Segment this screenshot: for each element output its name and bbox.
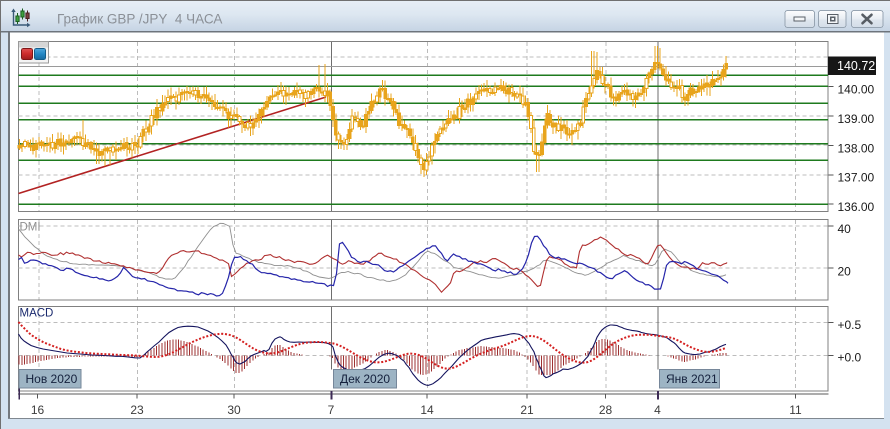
svg-text:140.72: 140.72 — [837, 59, 875, 73]
svg-text:Янв 2021: Янв 2021 — [666, 372, 718, 386]
svg-text:Нов 2020: Нов 2020 — [26, 372, 78, 386]
svg-text:137.00: 137.00 — [838, 171, 875, 185]
svg-text:+0.5: +0.5 — [838, 318, 862, 332]
svg-text:30: 30 — [227, 403, 241, 417]
svg-text:40: 40 — [838, 222, 852, 236]
svg-text:16: 16 — [31, 403, 45, 417]
svg-text:DMI: DMI — [20, 222, 41, 234]
svg-text:21: 21 — [520, 403, 534, 417]
svg-text:139.00: 139.00 — [838, 112, 875, 126]
svg-text:14: 14 — [420, 403, 434, 417]
svg-text:MACD: MACD — [20, 308, 54, 320]
svg-text:138.00: 138.00 — [838, 141, 875, 155]
svg-text:Дек 2020: Дек 2020 — [340, 372, 390, 386]
svg-text:20: 20 — [838, 264, 852, 278]
svg-text:136.00: 136.00 — [838, 200, 875, 214]
svg-text:График GBP /JPY 4 ЧАСА: График GBP /JPY 4 ЧАСА — [57, 12, 222, 27]
svg-text:28: 28 — [599, 403, 613, 417]
svg-text:4: 4 — [654, 403, 661, 417]
svg-text:11: 11 — [789, 403, 802, 417]
svg-text:7: 7 — [328, 403, 335, 417]
svg-text:23: 23 — [130, 403, 144, 417]
svg-text:140.00: 140.00 — [838, 83, 875, 97]
svg-text:+0.0: +0.0 — [838, 351, 862, 365]
